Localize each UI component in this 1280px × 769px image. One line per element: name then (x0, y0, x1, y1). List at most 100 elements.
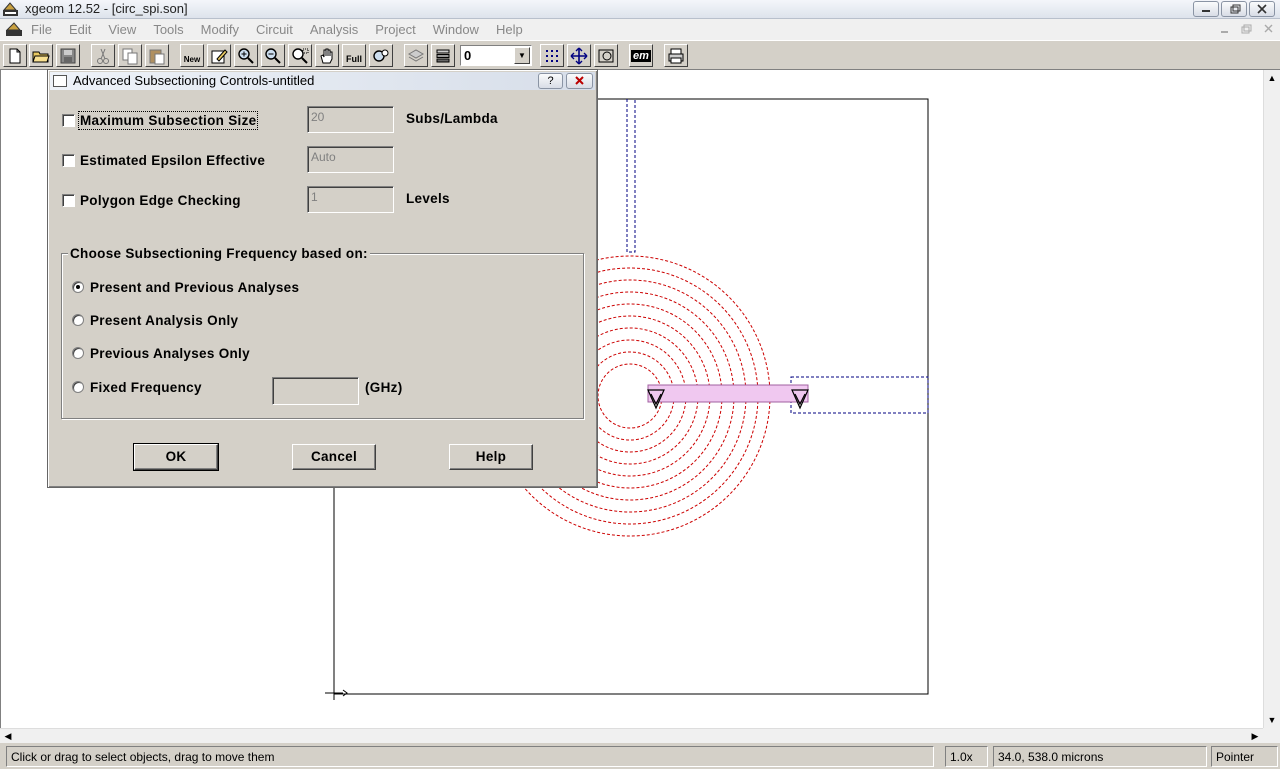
save-disk-icon (60, 48, 76, 63)
full-view-button[interactable]: Full (342, 44, 366, 67)
fixed-frequency-field[interactable] (272, 377, 359, 405)
edge-checking-label[interactable]: Polygon Edge Checking (80, 193, 241, 208)
minimize-button[interactable] (1193, 1, 1219, 17)
grid-dots-icon (546, 49, 558, 62)
menu-help[interactable]: Help (496, 22, 523, 37)
radio-previous-only-button[interactable] (72, 347, 84, 359)
max-subsection-checkbox[interactable] (62, 113, 75, 127)
radio-present-previous-button[interactable] (72, 281, 84, 293)
help-button[interactable]: Help (449, 444, 533, 470)
zoom-target-icon (373, 49, 389, 62)
level-select[interactable]: 0 ▼ (460, 45, 532, 66)
measure-button[interactable] (594, 44, 618, 67)
scroll-down-icon[interactable]: ▼ (1264, 712, 1280, 728)
layers-button[interactable] (404, 44, 428, 67)
scroll-left-icon[interactable]: ◀ (0, 729, 16, 744)
mdi-restore-button[interactable] (1239, 22, 1255, 36)
max-subsection-label[interactable]: Maximum Subsection Size (77, 110, 259, 130)
menu-circuit[interactable]: Circuit (256, 22, 293, 37)
layers-icon (407, 48, 425, 62)
radio-present-only-button[interactable] (72, 314, 84, 326)
radio-present-only-label[interactable]: Present Analysis Only (90, 313, 238, 328)
level-stack-button[interactable] (431, 44, 455, 67)
new-view-label: New (183, 55, 201, 64)
em-button[interactable]: em (629, 44, 653, 67)
horizontal-scrollbar[interactable]: ◀ ▶ (0, 728, 1263, 743)
menu-file[interactable]: File (31, 22, 52, 37)
menu-view[interactable]: View (108, 22, 136, 37)
scroll-right-icon[interactable]: ▶ (1247, 729, 1263, 744)
epsilon-row: Estimated Epsilon Effective (62, 151, 265, 169)
cut-button[interactable] (91, 44, 115, 67)
menu-edit[interactable]: Edit (69, 22, 91, 37)
xgeom-app-icon[interactable] (2, 1, 19, 17)
menu-modify[interactable]: Modify (201, 22, 239, 37)
menu-bar: File Edit View Tools Modify Circuit Anal… (0, 19, 1280, 40)
radio-fixed-frequency-label[interactable]: Fixed Frequency (90, 380, 202, 395)
minimize-icon (1202, 10, 1210, 12)
zoom-in-button[interactable] (234, 44, 258, 67)
zoom-target-button[interactable] (369, 44, 393, 67)
radio-previous-only-label[interactable]: Previous Analyses Only (90, 346, 250, 361)
copy-button[interactable] (118, 44, 142, 67)
epsilon-field[interactable]: Auto (307, 146, 394, 173)
edit-view-button[interactable] (207, 44, 231, 67)
epsilon-label[interactable]: Estimated Epsilon Effective (80, 153, 265, 168)
menu-analysis[interactable]: Analysis (310, 22, 358, 37)
full-view-label: Full (346, 53, 362, 64)
right-port-line[interactable] (790, 376, 929, 414)
dialog-close-button[interactable] (566, 73, 593, 89)
menu-window[interactable]: Window (433, 22, 479, 37)
menu-project[interactable]: Project (375, 22, 415, 37)
mdi-close-button[interactable] (1261, 22, 1277, 36)
move-button[interactable] (567, 44, 591, 67)
close-icon (575, 76, 584, 85)
status-mode: Pointer (1211, 746, 1278, 767)
zoom-window-button[interactable] (288, 44, 312, 67)
edge-checking-checkbox[interactable] (62, 193, 75, 207)
save-button[interactable] (56, 44, 80, 67)
grid-button[interactable] (540, 44, 564, 67)
close-icon (1257, 4, 1267, 14)
zoom-out-button[interactable] (261, 44, 285, 67)
dialog-title: Advanced Subsectioning Controls-untitled (73, 73, 315, 88)
close-button[interactable] (1249, 1, 1275, 17)
max-subsection-row: Maximum Subsection Size (62, 110, 259, 130)
vertical-scrollbar[interactable]: ▲ ▼ (1263, 70, 1280, 728)
mdi-minimize-button[interactable] (1217, 22, 1233, 36)
window-title: xgeom 12.52 - [circ_spi.son] (25, 1, 188, 16)
chevron-down-icon[interactable]: ▼ (514, 47, 530, 64)
dialog-help-button[interactable]: ? (538, 73, 563, 89)
max-subsection-field[interactable]: 20 (307, 106, 394, 133)
advanced-subsectioning-dialog: Advanced Subsectioning Controls-untitled… (47, 69, 598, 488)
restore-icon (1230, 4, 1241, 14)
radio-previous-only[interactable]: Previous Analyses Only (72, 344, 250, 362)
edge-checking-field[interactable]: 1 (307, 186, 394, 213)
menu-tools[interactable]: Tools (153, 22, 183, 37)
restore-button[interactable] (1221, 1, 1247, 17)
window-titlebar: xgeom 12.52 - [circ_spi.son] (0, 0, 1280, 19)
new-view-button[interactable]: New (180, 44, 204, 67)
zoom-out-icon (265, 47, 281, 64)
document-system-icon[interactable] (5, 21, 23, 37)
radio-fixed-frequency-button[interactable] (72, 381, 84, 393)
print-button[interactable] (664, 44, 688, 67)
pan-button[interactable] (315, 44, 339, 67)
cancel-button[interactable]: Cancel (292, 444, 376, 470)
status-coordinates: 34.0, 538.0 microns (993, 746, 1207, 767)
printer-icon (668, 48, 684, 63)
via-bridge[interactable] (647, 384, 809, 403)
radio-present-previous-label[interactable]: Present and Previous Analyses (90, 280, 299, 295)
paste-button[interactable] (145, 44, 169, 67)
epsilon-checkbox[interactable] (62, 153, 75, 167)
open-file-button[interactable] (29, 44, 53, 67)
new-file-button[interactable] (3, 44, 27, 67)
radio-fixed-frequency[interactable]: Fixed Frequency (72, 378, 202, 396)
dialog-titlebar[interactable]: Advanced Subsectioning Controls-untitled… (50, 72, 595, 90)
scroll-up-icon[interactable]: ▲ (1264, 70, 1280, 86)
radio-present-previous[interactable]: Present and Previous Analyses (72, 278, 299, 296)
radio-present-only[interactable]: Present Analysis Only (72, 311, 238, 329)
edge-checking-unit: Levels (406, 191, 450, 206)
top-feed-line[interactable] (626, 99, 636, 253)
ok-button[interactable]: OK (133, 443, 219, 471)
